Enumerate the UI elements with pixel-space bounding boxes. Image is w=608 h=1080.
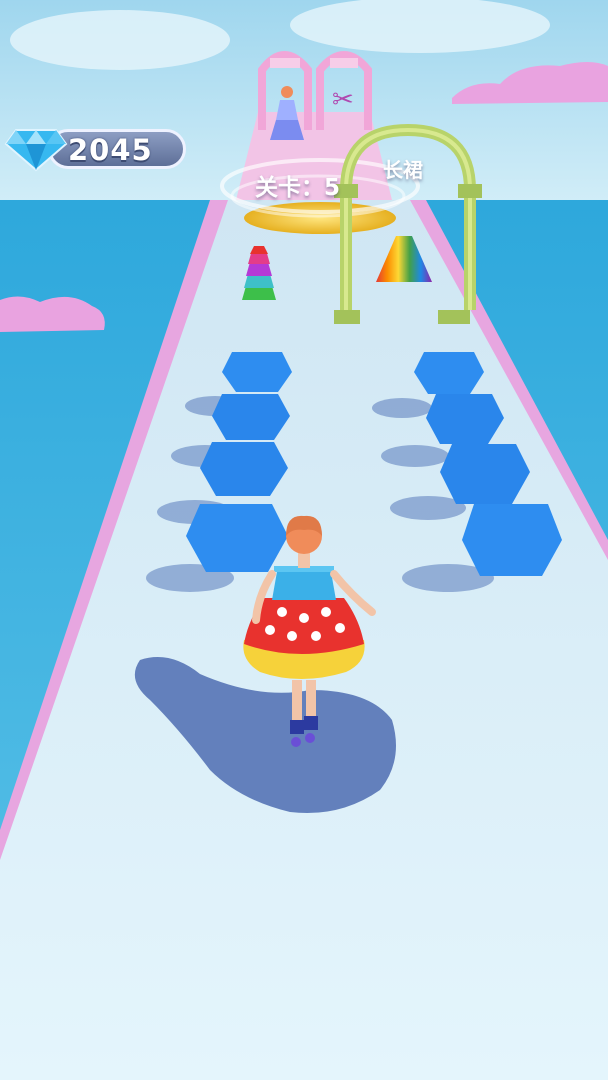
gate-label: 长裙: [383, 158, 423, 182]
scissors-icon: ✂: [332, 85, 354, 115]
blue-gem-obstacle: [212, 394, 290, 440]
blue-gem-obstacle: [200, 442, 288, 496]
cloud: [10, 10, 230, 70]
blue-gem-obstacle: [426, 394, 504, 444]
blue-gem-obstacle: [440, 444, 530, 504]
blue-gem-obstacle: [414, 352, 484, 394]
gem-counter: 2045: [4, 124, 186, 174]
diamond-icon: [4, 129, 68, 172]
blue-gem-obstacle: [186, 504, 288, 572]
blue-gem-obstacle: [462, 504, 562, 576]
gem-count: 2045: [68, 133, 153, 167]
level-indicator: 关卡：5: [255, 175, 341, 201]
blue-gem-obstacle: [222, 352, 292, 392]
